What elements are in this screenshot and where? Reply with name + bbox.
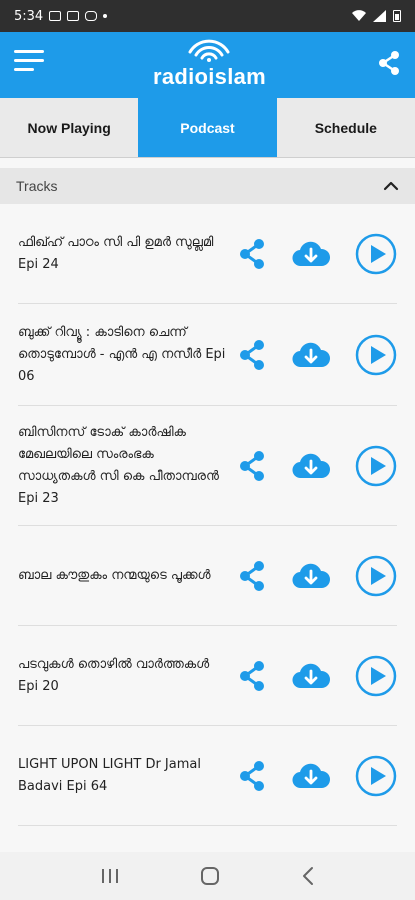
share-icon [379,51,399,75]
cloud-download-icon [292,663,331,688]
broadcast-logo-icon [188,39,230,62]
play-circle-icon [355,755,397,796]
more-notifications-icon [103,14,108,18]
share-icon [240,450,264,481]
menu-button[interactable] [14,50,44,74]
signal-icon [373,10,386,22]
track-title: ഫിഖ്ഹ് പാഠം സി പി ഉമർ സുല്ലമി Epi 24 [18,234,214,272]
play-track-button[interactable] [355,755,397,797]
cloud-download-icon [292,342,331,367]
play-track-button[interactable] [355,555,397,597]
play-track-button[interactable] [355,445,397,487]
share-icon [240,339,264,370]
track-title: ബാല കൗതുകം നന്മയുടെ പൂക്കൾ [18,567,211,583]
battery-icon [393,10,401,22]
main-tabs: Now Playing Podcast Schedule [0,98,415,158]
play-circle-icon [355,655,397,696]
section-title: Tracks [16,178,58,194]
tab-podcast[interactable]: Podcast [138,98,277,157]
home-icon[interactable] [200,866,220,886]
play-circle-icon [355,233,397,274]
share-track-button[interactable] [237,660,267,692]
gallery-notification-icon [49,11,62,21]
wifi-icon [352,10,366,21]
play-track-button[interactable] [355,233,397,275]
system-nav-bar [0,852,415,900]
share-track-button[interactable] [237,560,267,592]
app-logo: radioislam [142,36,277,94]
share-track-button[interactable] [237,760,267,792]
cloud-download-icon [292,763,331,788]
track-title: ബിസിനസ് ടോക് കാർഷിക മേഖലയിലെ സംരംഭക സാധ്… [18,424,219,506]
radio-notification-icon [67,11,80,21]
tracks-section-header[interactable]: Tracks [0,168,415,204]
instagram-notification-icon [85,11,98,21]
download-track-button[interactable] [291,239,331,269]
play-circle-icon [355,555,397,596]
track-item: LIGHT UPON LIGHT Dr Jamal Badavi Epi 64 [18,726,397,826]
status-bar: 5:34 [0,0,415,32]
recent-apps-icon[interactable] [100,867,120,885]
download-track-button[interactable] [291,661,331,691]
status-time: 5:34 [14,8,44,24]
track-list: ഫിഖ്ഹ് പാഠം സി പി ഉമർ സുല്ലമി Epi 24 ബുക… [0,204,415,826]
app-bar: radioislam [0,32,415,98]
chevron-up-icon[interactable] [383,181,399,191]
share-icon [240,238,264,269]
track-item: ബിസിനസ് ടോക് കാർഷിക മേഖലയിലെ സംരംഭക സാധ്… [18,406,397,526]
track-item: ബുക്ക് റിവ്യൂ : കാടിനെ ചെന്ന് തൊടുമ്പോൾ … [18,304,397,406]
track-item: ബാല കൗതുകം നന്മയുടെ പൂക്കൾ [18,526,397,626]
share-track-button[interactable] [237,450,267,482]
cloud-download-icon [292,241,331,266]
logo-text: radioislam [152,64,267,89]
share-icon [240,660,264,691]
play-track-button[interactable] [355,655,397,697]
track-title: പടവുകൾ തൊഴിൽ വാർത്തകൾ Epi 20 [18,656,210,694]
download-track-button[interactable] [291,451,331,481]
play-circle-icon [355,334,397,375]
share-icon [240,560,264,591]
track-title: LIGHT UPON LIGHT Dr Jamal Badavi Epi 64 [18,756,201,794]
tab-now-playing[interactable]: Now Playing [0,98,139,157]
cloud-download-icon [292,453,331,478]
spacer [0,158,415,168]
track-item: ഫിഖ്ഹ് പാഠം സി പി ഉമർ സുല്ലമി Epi 24 [18,204,397,304]
track-title: ബുക്ക് റിവ്യൂ : കാടിനെ ചെന്ന് തൊടുമ്പോൾ … [18,324,226,384]
share-track-button[interactable] [237,238,267,270]
download-track-button[interactable] [291,761,331,791]
share-app-button[interactable] [377,50,401,80]
play-track-button[interactable] [355,334,397,376]
share-icon [240,760,264,791]
cloud-download-icon [292,563,331,588]
download-track-button[interactable] [291,561,331,591]
back-icon[interactable] [301,866,315,886]
play-circle-icon [355,445,397,486]
share-track-button[interactable] [237,339,267,371]
track-item: പടവുകൾ തൊഴിൽ വാർത്തകൾ Epi 20 [18,626,397,726]
tab-schedule[interactable]: Schedule [276,98,415,157]
download-track-button[interactable] [291,340,331,370]
